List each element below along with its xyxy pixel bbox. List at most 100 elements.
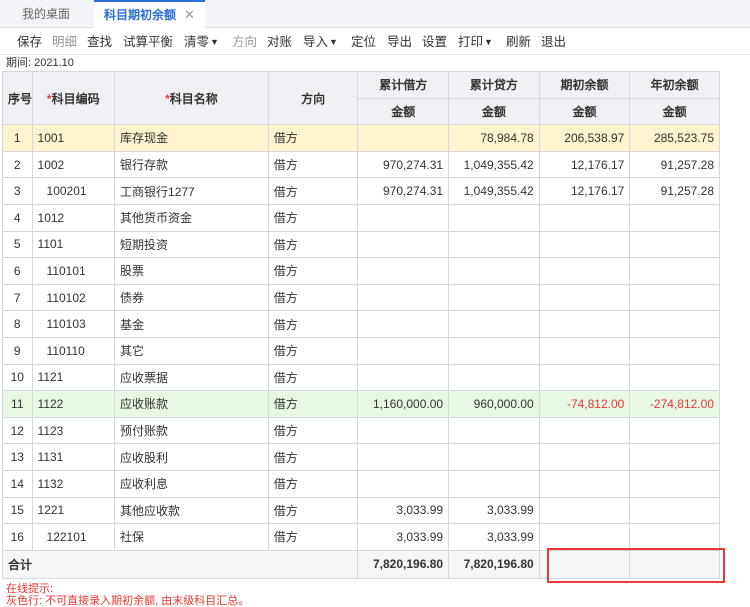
cell-opening[interactable] [538, 496, 631, 525]
cell-debit[interactable] [357, 443, 450, 471]
cell-debit[interactable] [357, 416, 450, 445]
cell-opening[interactable] [538, 443, 631, 471]
cell-direction[interactable]: 借方 [267, 150, 359, 179]
cell-year-start[interactable] [629, 230, 720, 259]
cell-code[interactable]: 110102 [31, 283, 116, 312]
cell-credit[interactable] [448, 363, 540, 392]
cell-direction[interactable]: 借方 [267, 363, 359, 392]
cell-name[interactable]: 债券 [114, 283, 269, 312]
cell-name[interactable]: 其它 [114, 336, 269, 365]
export-button[interactable]: 导出 [387, 29, 412, 55]
cell-code[interactable]: 110101 [31, 257, 116, 285]
cell-name[interactable]: 其他应收款 [114, 496, 269, 525]
close-icon[interactable]: ✕ [184, 2, 195, 28]
reconcile-button[interactable]: 对账 [267, 29, 292, 55]
locate-button[interactable]: 定位 [351, 29, 376, 55]
cell-debit[interactable] [357, 203, 450, 232]
refresh-button[interactable]: 刷新 [506, 29, 531, 55]
tab-my-desktop[interactable]: 我的桌面 [22, 0, 70, 28]
cell-code[interactable]: 110110 [31, 336, 116, 365]
cell-direction[interactable]: 借方 [267, 310, 359, 338]
cell-opening[interactable] [538, 310, 631, 338]
cell-year-start[interactable]: -274,812.00 [629, 390, 720, 418]
cell-debit[interactable]: 3,033.99 [357, 496, 450, 525]
cell-debit[interactable] [357, 230, 450, 259]
cell-name[interactable]: 股票 [114, 257, 269, 285]
cell-credit[interactable] [448, 283, 540, 312]
cell-name[interactable]: 工商银行1277 [114, 177, 269, 205]
exit-button[interactable]: 退出 [541, 29, 566, 55]
cell-opening[interactable]: -74,812.00 [538, 390, 631, 418]
cell-code[interactable]: 100201 [31, 177, 116, 205]
cell-name[interactable]: 基金 [114, 310, 269, 338]
cell-credit[interactable] [448, 203, 540, 232]
table-row[interactable]: 7 110102 债券 借方 [2, 283, 720, 312]
clear-dropdown[interactable]: 清零▼ [184, 29, 219, 55]
cell-direction[interactable]: 借方 [267, 283, 359, 312]
cell-code[interactable]: 110103 [31, 310, 116, 338]
cell-credit[interactable]: 1,049,355.42 [448, 150, 540, 179]
cell-credit[interactable] [448, 230, 540, 259]
cell-opening[interactable] [538, 416, 631, 445]
cell-name[interactable]: 银行存款 [114, 150, 269, 179]
cell-year-start[interactable] [629, 496, 720, 525]
cell-direction[interactable]: 借方 [267, 390, 359, 418]
table-row[interactable]: 5 1101 短期投资 借方 [2, 230, 720, 259]
cell-credit[interactable]: 1,049,355.42 [448, 177, 540, 205]
cell-credit[interactable]: 3,033.99 [448, 496, 540, 525]
cell-debit[interactable] [357, 336, 450, 365]
cell-year-start[interactable] [629, 523, 720, 551]
table-row[interactable]: 1 1001 库存现金 借方 78,984.78 206,538.97 285,523.75 [2, 124, 720, 152]
cell-direction[interactable]: 借方 [267, 416, 359, 445]
cell-year-start[interactable] [629, 469, 720, 498]
cell-debit[interactable]: 970,274.31 [357, 177, 450, 205]
cell-credit[interactable]: 3,033.99 [448, 523, 540, 551]
table-row[interactable]: 9 110110 其它 借方 [2, 336, 720, 365]
cell-name[interactable]: 其他货币资金 [114, 203, 269, 232]
cell-year-start[interactable]: 91,257.28 [629, 177, 720, 205]
table-row[interactable]: 10 1121 应收票据 借方 [2, 363, 720, 392]
cell-credit[interactable]: 960,000.00 [448, 390, 540, 418]
cell-code[interactable]: 1131 [31, 443, 116, 471]
cell-debit[interactable] [357, 469, 450, 498]
cell-direction[interactable]: 借方 [267, 336, 359, 365]
cell-direction[interactable]: 借方 [267, 230, 359, 259]
cell-debit[interactable] [357, 257, 450, 285]
cell-opening[interactable] [538, 336, 631, 365]
cell-year-start[interactable] [629, 203, 720, 232]
cell-credit[interactable] [448, 416, 540, 445]
cell-name[interactable]: 应收票据 [114, 363, 269, 392]
cell-debit[interactable] [357, 124, 450, 152]
table-row[interactable]: 11 1122 应收账款 借方 1,160,000.00 960,000.00 -74,81… [2, 390, 720, 418]
cell-credit[interactable] [448, 443, 540, 471]
cell-code[interactable]: 1121 [31, 363, 116, 392]
table-row[interactable]: 15 1221 其他应收款 借方 3,033.99 3,033.99 [2, 496, 720, 525]
cell-direction[interactable]: 借方 [267, 496, 359, 525]
cell-opening[interactable]: 206,538.97 [538, 124, 631, 152]
cell-debit[interactable]: 970,274.31 [357, 150, 450, 179]
cell-credit[interactable] [448, 336, 540, 365]
table-row[interactable]: 14 1132 应收利息 借方 [2, 469, 720, 498]
cell-direction[interactable]: 借方 [267, 469, 359, 498]
cell-credit[interactable]: 78,984.78 [448, 124, 540, 152]
find-button[interactable]: 查找 [87, 29, 112, 55]
cell-credit[interactable] [448, 310, 540, 338]
save-button[interactable]: 保存 [17, 29, 42, 55]
cell-opening[interactable] [538, 469, 631, 498]
cell-year-start[interactable]: 285,523.75 [629, 124, 720, 152]
cell-code[interactable]: 1001 [31, 124, 116, 152]
cell-name[interactable]: 预付账款 [114, 416, 269, 445]
cell-year-start[interactable] [629, 363, 720, 392]
table-row[interactable]: 4 1012 其他货币资金 借方 [2, 203, 720, 232]
cell-code[interactable]: 1002 [31, 150, 116, 179]
cell-code[interactable]: 1101 [31, 230, 116, 259]
cell-code[interactable]: 1122 [31, 390, 116, 418]
cell-code[interactable]: 1012 [31, 203, 116, 232]
cell-direction[interactable]: 借方 [267, 124, 359, 152]
cell-year-start[interactable] [629, 416, 720, 445]
cell-opening[interactable] [538, 230, 631, 259]
print-dropdown[interactable]: 打印▼ [458, 29, 493, 55]
cell-credit[interactable] [448, 257, 540, 285]
tab-opening-balance[interactable]: 科目期初余额 ✕ [94, 0, 205, 29]
cell-credit[interactable] [448, 469, 540, 498]
